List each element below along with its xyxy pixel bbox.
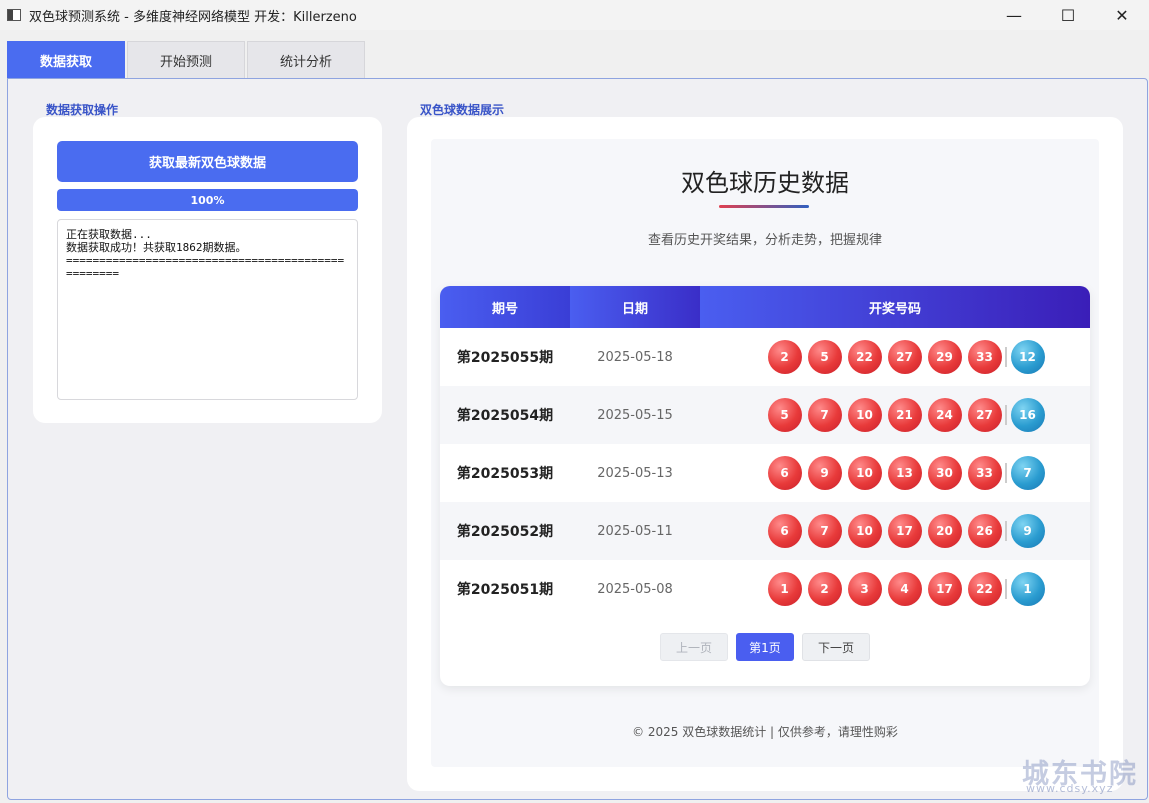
numbers-cell: 6 7 10 17 20 26 9 [700,514,1090,548]
pagination: 上一页 第1页 下一页 [431,633,1099,661]
numbers-cell: 5 7 10 21 24 27 16 [700,398,1090,432]
next-page-button[interactable]: 下一页 [802,633,870,661]
numbers-cell: 1 2 3 4 17 22 1 [700,572,1090,606]
red-ball: 27 [887,340,922,374]
date-cell: 2025-05-13 [597,465,673,481]
red-ball: 33 [967,340,1002,374]
blue-ball: 9 [1010,514,1045,548]
red-ball: 26 [967,514,1002,548]
tab-data-fetch[interactable]: 数据获取 [7,41,125,79]
red-ball: 3 [847,572,882,606]
watermark-url: www.cdsy.xyz [1026,782,1114,795]
page-subtitle: 查看历史开奖结果，分析走势，把握规律 [647,233,882,248]
numbers-cell: 2 5 22 27 29 33 12 [700,340,1090,374]
table-row: 第2025051期 2025-05-08 1 2 3 4 17 22 1 [440,560,1090,618]
app-icon [7,9,21,21]
red-ball: 6 [767,514,802,548]
date-cell: 2025-05-15 [597,407,673,423]
issue-cell: 第2025055期 [456,350,554,366]
red-ball: 10 [847,456,882,490]
red-ball: 5 [807,340,842,374]
close-button[interactable]: ✕ [1095,0,1149,30]
tab-statistics[interactable]: 统计分析 [247,41,365,79]
title-bar: 双色球预测系统 - 多维度神经网络模型 开发：Killerzeno — ☐ ✕ [0,0,1149,30]
ball-separator [1004,521,1007,541]
maximize-button[interactable]: ☐ [1041,0,1095,30]
watermark: 城东书院 www.cdsy.xyz [1022,752,1147,800]
red-ball: 5 [767,398,802,432]
current-page-button[interactable]: 第1页 [736,633,794,661]
red-ball: 13 [887,456,922,490]
fetch-card: 获取最新双色球数据 100% 正在获取数据... 数据获取成功！共获取1862期… [33,117,382,423]
table-row: 第2025053期 2025-05-13 6 9 10 13 30 33 7 [440,444,1090,502]
column-issue: 期号 [440,286,570,328]
minimize-button[interactable]: — [987,0,1041,30]
ball-separator [1004,347,1007,367]
red-ball: 2 [767,340,802,374]
table-row: 第2025054期 2025-05-15 5 7 10 21 24 27 16 [440,386,1090,444]
blue-ball: 16 [1010,398,1045,432]
table-row: 第2025052期 2025-05-11 6 7 10 17 20 26 9 [440,502,1090,560]
red-ball: 7 [807,514,842,548]
red-ball: 7 [807,398,842,432]
red-ball: 30 [927,456,962,490]
red-ball: 9 [807,456,842,490]
red-ball: 6 [767,456,802,490]
tab-panel: 数据获取操作 获取最新双色球数据 100% 正在获取数据... 数据获取成功！共… [7,78,1148,800]
red-ball: 24 [927,398,962,432]
red-ball: 10 [847,514,882,548]
prev-page-button[interactable]: 上一页 [660,633,728,661]
red-ball: 17 [927,572,962,606]
issue-cell: 第2025054期 [456,408,554,424]
issue-cell: 第2025051期 [456,582,554,598]
blue-ball: 1 [1010,572,1045,606]
red-ball: 1 [767,572,802,606]
tab-predict[interactable]: 开始预测 [127,41,245,79]
title-underline [719,205,809,208]
window-title: 双色球预测系统 - 多维度神经网络模型 开发：Killerzeno [29,9,357,25]
log-textarea[interactable]: 正在获取数据... 数据获取成功！共获取1862期数据。 ===========… [57,219,358,400]
issue-cell: 第2025053期 [456,466,554,482]
red-ball: 4 [887,572,922,606]
tab-bar: 数据获取 开始预测 统计分析 [7,41,367,79]
table-header: 期号 日期 开奖号码 [440,286,1090,328]
red-ball: 10 [847,398,882,432]
data-display-card: 双色球历史数据 查看历史开奖结果，分析走势，把握规律 期号 日期 开奖号码 第2… [407,117,1123,791]
fetch-data-button[interactable]: 获取最新双色球数据 [57,141,358,182]
history-table: 期号 日期 开奖号码 第2025055期 2025-05-18 2 5 22 27 29 33… [440,286,1090,686]
ball-separator [1004,579,1007,599]
table-body: 第2025055期 2025-05-18 2 5 22 27 29 33 12 第2025054期… [440,328,1090,618]
column-numbers: 开奖号码 [700,286,1090,328]
footer-text: © 2025 双色球数据统计 | 仅供参考，请理性购彩 [632,725,898,739]
red-ball: 17 [887,514,922,548]
blue-ball: 7 [1010,456,1045,490]
ball-separator [1004,405,1007,425]
page-title: 双色球历史数据 [681,169,849,197]
ball-separator [1004,463,1007,483]
table-row: 第2025055期 2025-05-18 2 5 22 27 29 33 12 [440,328,1090,386]
red-ball: 22 [847,340,882,374]
date-cell: 2025-05-18 [597,349,673,365]
date-cell: 2025-05-11 [597,523,673,539]
red-ball: 29 [927,340,962,374]
red-ball: 20 [927,514,962,548]
numbers-cell: 6 9 10 13 30 33 7 [700,456,1090,490]
red-ball: 2 [807,572,842,606]
date-cell: 2025-05-08 [597,581,673,597]
blue-ball: 12 [1010,340,1045,374]
red-ball: 33 [967,456,1002,490]
progress-bar: 100% [57,189,358,211]
red-ball: 21 [887,398,922,432]
web-view: 双色球历史数据 查看历史开奖结果，分析走势，把握规律 期号 日期 开奖号码 第2… [431,139,1099,767]
column-date: 日期 [570,286,700,328]
red-ball: 27 [967,398,1002,432]
left-group-title: 数据获取操作 [46,103,119,117]
right-group-title: 双色球数据展示 [420,103,505,117]
red-ball: 22 [967,572,1002,606]
issue-cell: 第2025052期 [456,524,554,540]
